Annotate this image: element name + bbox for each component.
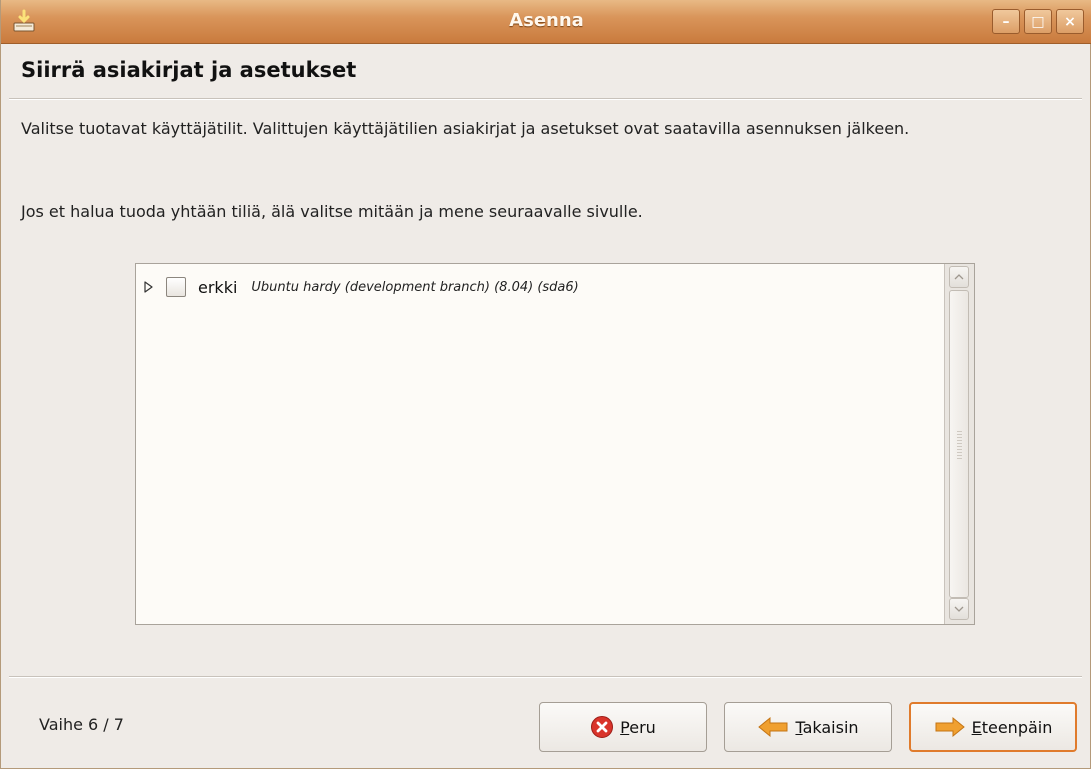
account-name: erkki bbox=[198, 277, 238, 297]
vertical-scrollbar[interactable] bbox=[944, 264, 974, 624]
accounts-list[interactable]: erkki Ubuntu hardy (development branch) … bbox=[135, 263, 975, 625]
back-label: Takaisin bbox=[795, 717, 859, 737]
minimize-icon: – bbox=[1002, 13, 1010, 30]
step-indicator: Vaihe 6 / 7 bbox=[39, 715, 124, 734]
scroll-down-button[interactable] bbox=[949, 598, 969, 620]
footer-divider bbox=[9, 676, 1082, 678]
scroll-grip-icon bbox=[957, 431, 962, 459]
list-item[interactable]: erkki Ubuntu hardy (development branch) … bbox=[142, 274, 579, 300]
close-icon: × bbox=[1064, 13, 1076, 30]
cancel-button[interactable]: Peru bbox=[539, 702, 707, 752]
chevron-down-icon bbox=[954, 606, 964, 612]
skip-hint-text: Jos et halua tuoda yhtään tiliä, älä val… bbox=[21, 202, 643, 221]
scroll-thumb[interactable] bbox=[949, 290, 969, 598]
window-title: Asenna bbox=[509, 10, 584, 31]
description-text: Valitse tuotavat käyttäjätilit. Valittuj… bbox=[21, 119, 910, 138]
forward-button[interactable]: Eteenpäin bbox=[909, 702, 1077, 752]
maximize-icon: □ bbox=[1031, 13, 1045, 30]
back-button[interactable]: Takaisin bbox=[724, 702, 892, 752]
account-description: Ubuntu hardy (development branch) (8.04)… bbox=[251, 279, 579, 295]
scroll-up-button[interactable] bbox=[949, 266, 969, 288]
header-divider bbox=[9, 98, 1082, 100]
cancel-label: Peru bbox=[620, 717, 656, 737]
expander-triangle-icon[interactable] bbox=[142, 280, 156, 294]
minimize-button[interactable]: – bbox=[992, 9, 1020, 34]
arrow-left-icon bbox=[757, 716, 789, 738]
maximize-button[interactable]: □ bbox=[1024, 9, 1052, 34]
chevron-up-icon bbox=[954, 274, 964, 280]
forward-label: Eteenpäin bbox=[971, 717, 1053, 737]
window-controls: – □ × bbox=[992, 9, 1084, 34]
cancel-icon bbox=[590, 715, 614, 739]
installer-window: Asenna – □ × Siirrä asiakirjat ja asetuk… bbox=[0, 0, 1091, 769]
account-checkbox[interactable] bbox=[166, 277, 186, 297]
arrow-right-icon bbox=[934, 716, 966, 738]
page-title: Siirrä asiakirjat ja asetukset bbox=[21, 58, 357, 82]
close-button[interactable]: × bbox=[1056, 9, 1084, 34]
accounts-list-area[interactable]: erkki Ubuntu hardy (development branch) … bbox=[136, 264, 944, 624]
title-bar[interactable]: Asenna – □ × bbox=[1, 0, 1091, 44]
